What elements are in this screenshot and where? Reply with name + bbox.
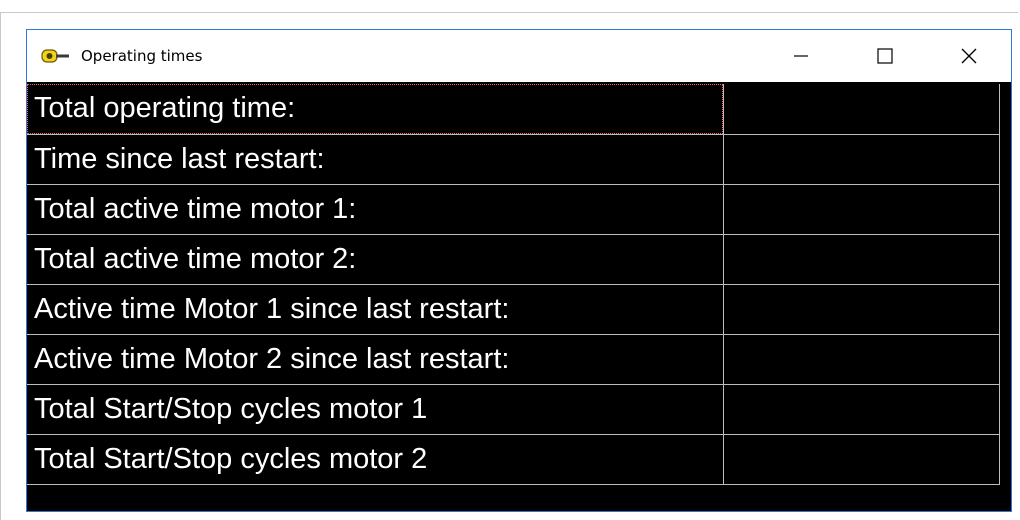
close-icon: [961, 48, 977, 64]
row-value: [722, 433, 1000, 485]
row-value: [722, 233, 1000, 285]
title-bar[interactable]: Operating times: [27, 30, 1011, 82]
maximize-icon: [877, 48, 893, 64]
minimize-icon: [794, 55, 808, 57]
row-label: Total active time motor 1:: [27, 183, 724, 235]
row-label: Active time Motor 1 since last restart:: [27, 283, 724, 335]
operating-times-table: Total operating time: Time since last re…: [27, 84, 1000, 485]
table-row[interactable]: Total Start/Stop cycles motor 1: [27, 383, 1000, 435]
row-value: [722, 383, 1000, 435]
row-value: [722, 333, 1000, 385]
row-value: [722, 133, 1000, 185]
maximize-button[interactable]: [843, 30, 927, 82]
table-row[interactable]: Total active time motor 1:: [27, 183, 1000, 235]
close-button[interactable]: [927, 30, 1011, 82]
row-value: [722, 84, 1000, 135]
table-row[interactable]: Active time Motor 2 since last restart:: [27, 333, 1000, 385]
table-row[interactable]: Total operating time:: [27, 84, 1000, 135]
camera-lens-icon: [39, 44, 73, 68]
operating-times-window: Operating times Total operating time: Ti…: [26, 29, 1012, 512]
window-title: Operating times: [81, 47, 203, 65]
operating-times-panel: Total operating time: Time since last re…: [27, 82, 1011, 511]
table-row[interactable]: Time since last restart:: [27, 133, 1000, 185]
row-value: [722, 283, 1000, 335]
row-label: Total Start/Stop cycles motor 2: [27, 433, 724, 485]
row-label: Total operating time:: [27, 84, 724, 135]
table-row[interactable]: Active time Motor 1 since last restart:: [27, 283, 1000, 335]
table-row[interactable]: Total Start/Stop cycles motor 2: [27, 433, 1000, 485]
row-label: Active time Motor 2 since last restart:: [27, 333, 724, 385]
minimize-button[interactable]: [759, 30, 843, 82]
row-value: [722, 183, 1000, 235]
row-label: Total active time motor 2:: [27, 233, 724, 285]
row-label: Time since last restart:: [27, 133, 724, 185]
table-row[interactable]: Total active time motor 2:: [27, 233, 1000, 285]
row-label: Total Start/Stop cycles motor 1: [27, 383, 724, 435]
